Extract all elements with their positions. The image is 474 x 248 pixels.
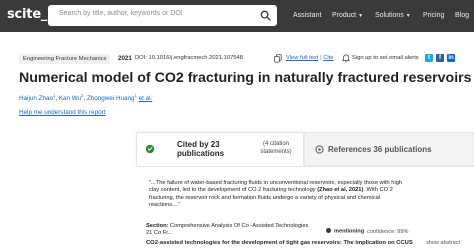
- show-abstract-link[interactable]: show abstract: [426, 240, 460, 246]
- author-link[interactable]: Haijun Zhao1: [19, 93, 55, 102]
- view-full-text-link[interactable]: View full text: [286, 55, 318, 61]
- scite-logo[interactable]: scite_: [7, 7, 47, 22]
- citation-panel: Cited by 23 publications (4 citation sta…: [136, 132, 474, 248]
- paper-title: Numerical model of CO2 fracturing in nat…: [19, 70, 472, 86]
- paper-meta: Engineering Fracture Mechanics 2021 DOI:…: [19, 54, 469, 66]
- help-understand-link[interactable]: Help me understand this report: [19, 109, 105, 116]
- search-icon[interactable]: [260, 10, 271, 21]
- citing-paper-title[interactable]: CO2-assisted technologies for the develo…: [146, 240, 413, 246]
- mention-dot-icon: [326, 228, 331, 233]
- email-alerts-link[interactable]: Sign up to set email alerts: [352, 55, 419, 61]
- citation-section: Section: Comprehensive Analysis Of Co -A…: [146, 223, 309, 236]
- search-placeholder: Search by title, author, keywords or DOI: [59, 10, 183, 17]
- nav-item-product[interactable]: Product ▼: [332, 12, 363, 19]
- et-al-link[interactable]: et al.: [139, 95, 153, 102]
- cite-link[interactable]: Cite: [323, 55, 333, 61]
- bell-icon[interactable]: [342, 54, 350, 63]
- twitter-icon[interactable]: t: [425, 54, 433, 62]
- chevron-down-icon: ▼: [405, 13, 411, 19]
- citation-card: "...The failure of water-based fracturin…: [136, 166, 474, 248]
- search-input[interactable]: Search by title, author, keywords or DOI: [48, 5, 277, 26]
- paper-links: View full text | Cite: [286, 55, 334, 61]
- nav-item-assistant[interactable]: Assistant: [293, 12, 321, 19]
- chat-bubble-icon: [145, 144, 155, 154]
- nav-item-pricing[interactable]: Pricing: [423, 12, 444, 19]
- link-separator: |: [320, 55, 322, 61]
- author-link[interactable]: Zhongwei Huang1: [87, 93, 137, 102]
- copy-icon[interactable]: [274, 54, 282, 63]
- citation-quote: "...The failure of water-based fracturin…: [149, 180, 403, 209]
- nav-item-blog[interactable]: Blog: [455, 12, 469, 19]
- cited-by-label: Cited by 23 publications: [177, 140, 225, 158]
- nav-item-solutions[interactable]: Solutions ▼: [375, 12, 411, 19]
- facebook-icon[interactable]: f: [436, 54, 444, 62]
- publication-year: 2021: [118, 55, 132, 62]
- confidence-score: confidence: 99%: [367, 228, 409, 235]
- citation-statements-count: (4 citation statements): [260, 141, 292, 155]
- citation-reference: (Zhao et al, 2021): [317, 187, 364, 194]
- author-list: Haijun Zhao1, Kan Wu2, Zhongwei Huang1 e…: [19, 93, 153, 103]
- mentioning-badge: mentioning confidence: 99%: [326, 228, 409, 235]
- linkedin-icon[interactable]: in: [447, 54, 455, 62]
- journal-badge[interactable]: Engineering Fracture Mechanics: [19, 54, 111, 64]
- references-label: References 36 publications: [328, 145, 432, 154]
- doi: DOI: 10.1016/j.engfracmech.2021.107548: [135, 55, 243, 61]
- references-icon: [315, 145, 324, 154]
- top-nav: scite_ Search by title, author, keywords…: [0, 0, 474, 32]
- tab-cited-by[interactable]: Cited by 23 publications (4 citation sta…: [136, 132, 304, 166]
- author-link[interactable]: Kan Wu2: [59, 93, 84, 102]
- chevron-down-icon: ▼: [358, 13, 364, 19]
- tab-references[interactable]: References 36 publications: [304, 132, 474, 166]
